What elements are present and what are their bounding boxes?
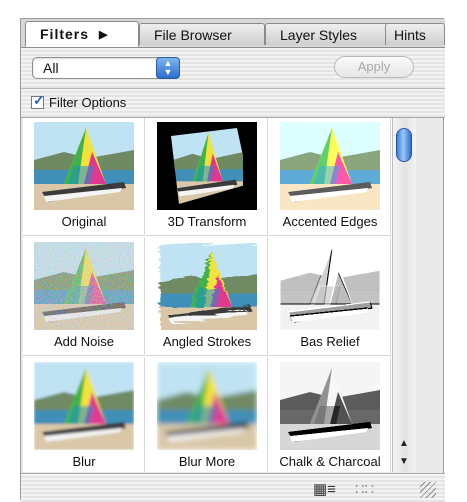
tab-filters-label: Filters (40, 26, 90, 42)
filter-preview-image (34, 362, 134, 450)
filter-label: Accented Edges (282, 214, 378, 229)
tab-layer-styles-label: Layer Styles (280, 26, 358, 43)
filter-options-checkbox[interactable]: ✓ (31, 92, 45, 109)
filter-preview-image (280, 122, 380, 210)
filter-label: Chalk & Charcoal (279, 454, 381, 469)
apply-button[interactable]: Apply (334, 56, 414, 78)
filter-options-row: ✓ Filter Options (21, 89, 445, 118)
scroll-up-arrow-icon[interactable]: ▲ (396, 436, 412, 452)
filter-thumbnail[interactable]: Add Noise (23, 238, 145, 356)
filter-thumbnail[interactable]: Original (23, 118, 145, 236)
category-select[interactable]: All ▲ ▼ (32, 57, 180, 79)
filter-thumbnail[interactable]: Angled Strokes (146, 238, 268, 356)
palette-bottom-bar: ▦≡ ∷∷ (21, 473, 445, 502)
filter-label: Blur (72, 454, 96, 469)
filter-preview-image (157, 122, 257, 210)
list-view-icon[interactable]: ▦≡ (313, 480, 336, 498)
filter-options-label[interactable]: Filter Options (49, 95, 126, 110)
filter-label: 3D Transform (167, 214, 247, 229)
filter-label: Bas Relief (300, 334, 360, 349)
tab-hints[interactable]: Hints (385, 23, 445, 45)
filter-preview-image (34, 122, 134, 210)
tab-filters[interactable]: Filters ▶ (25, 21, 139, 47)
filters-palette: Filters ▶ File Browser Layer Styles Hint… (20, 18, 445, 502)
filter-thumbnail[interactable]: Chalk & Charcoal (269, 358, 391, 472)
filter-thumbnail-grid: Original 3D Transform Accented Edges Add No… (23, 118, 392, 472)
filter-preview-image (280, 362, 380, 450)
tab-hints-label: Hints (394, 26, 426, 43)
filter-thumbnail[interactable]: 3D Transform (146, 118, 268, 236)
filter-preview-image (280, 242, 380, 330)
filter-preview-image (34, 242, 134, 330)
grid-view-icon[interactable]: ∷∷ (355, 480, 374, 498)
vertical-scrollbar[interactable]: ▲ ▼ (392, 118, 416, 472)
filter-label: Blur More (178, 454, 236, 469)
filter-label: Add Noise (54, 334, 114, 349)
scroll-down-arrow-icon[interactable]: ▼ (396, 454, 412, 470)
triangle-right-icon[interactable]: ▶ (99, 28, 108, 41)
filter-preview-image (157, 242, 257, 330)
filter-preview-image (157, 362, 257, 450)
tab-file-browser[interactable]: File Browser (139, 23, 265, 45)
resize-grip-icon[interactable] (420, 482, 436, 498)
filter-label: Angled Strokes (162, 334, 252, 349)
checkmark-icon: ✓ (33, 92, 45, 108)
tab-layer-styles[interactable]: Layer Styles (265, 23, 391, 45)
up-down-arrows-icon[interactable]: ▲ ▼ (156, 57, 180, 79)
tab-bar: Filters ▶ File Browser Layer Styles Hint… (21, 19, 445, 48)
filter-label: Original (61, 214, 107, 229)
filter-thumbnail[interactable]: Blur More (146, 358, 268, 472)
tab-file-browser-label: File Browser (154, 26, 232, 43)
category-select-value: All (43, 60, 59, 76)
filter-controls: All ▲ ▼ Apply (21, 48, 445, 89)
filter-thumbnail[interactable]: Bas Relief (269, 238, 391, 356)
filter-thumbnail[interactable]: Accented Edges (269, 118, 391, 236)
filter-thumbnail[interactable]: Blur (23, 358, 145, 472)
scrollbar-thumb[interactable] (396, 128, 412, 162)
